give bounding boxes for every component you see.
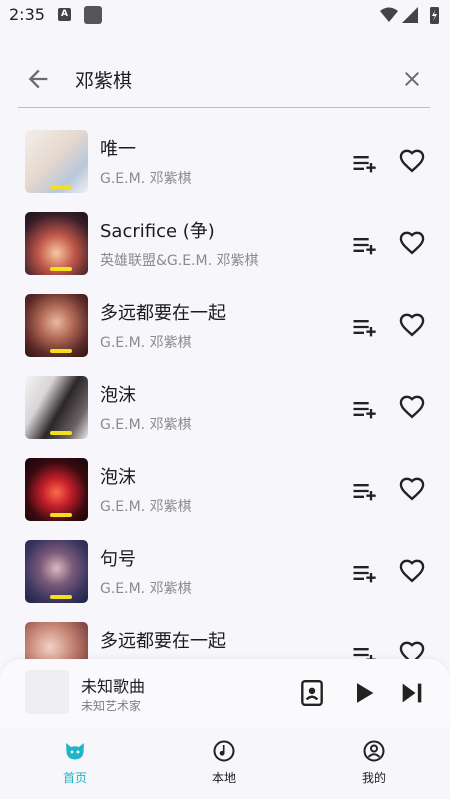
heart-outline-icon[interactable] xyxy=(398,229,426,257)
song-title: 唯一 xyxy=(100,139,136,160)
back-arrow-icon[interactable] xyxy=(24,65,52,93)
song-title: Sacrifice (争) xyxy=(100,221,215,242)
now-playing-cover xyxy=(25,670,69,714)
music-note-icon xyxy=(213,740,235,762)
song-artist: 英雄联盟&G.E.M. 邓紫棋 xyxy=(100,253,259,269)
play-icon[interactable] xyxy=(350,679,378,707)
nav-local[interactable]: 本地 xyxy=(184,739,264,789)
playlist-add-icon[interactable] xyxy=(350,477,378,505)
now-playing-title: 未知歌曲 xyxy=(81,677,146,696)
bottom-nav: 首页 本地 我的 xyxy=(0,727,450,799)
song-artist: G.E.M. 邓紫棋 xyxy=(100,171,192,187)
skip-next-icon[interactable] xyxy=(398,679,426,707)
search-bar: 邓紫棋 xyxy=(18,52,430,108)
playlist-add-icon[interactable] xyxy=(350,231,378,259)
cellular-icon xyxy=(402,7,418,23)
mini-player[interactable]: 未知歌曲 未知艺术家 xyxy=(0,659,450,727)
heart-outline-icon[interactable] xyxy=(398,475,426,503)
song-artist: G.E.M. 邓紫棋 xyxy=(100,335,192,351)
heart-outline-icon[interactable] xyxy=(398,557,426,585)
album-cover xyxy=(25,540,88,603)
song-row[interactable]: 句号 G.E.M. 邓紫棋 xyxy=(0,537,450,619)
queue-icon[interactable] xyxy=(299,679,325,707)
song-row[interactable]: 泡沫 G.E.M. 邓紫棋 xyxy=(0,455,450,537)
now-playing-artist: 未知艺术家 xyxy=(81,699,142,713)
nav-local-label: 本地 xyxy=(211,771,236,785)
song-title: 多远都要在一起 xyxy=(100,303,226,324)
song-artist: G.E.M. 邓紫棋 xyxy=(100,417,192,433)
nav-mine-label: 我的 xyxy=(361,771,386,785)
song-row[interactable]: 多远都要在一起 G.E.M. 邓紫棋 xyxy=(0,291,450,373)
playlist-add-icon[interactable] xyxy=(350,395,378,423)
album-cover xyxy=(25,130,88,193)
app-notification-icon xyxy=(84,6,102,24)
heart-outline-icon[interactable] xyxy=(398,311,426,339)
song-artist: G.E.M. 邓紫棋 xyxy=(100,581,192,597)
system-status-icons xyxy=(380,7,439,24)
song-list: 唯一 G.E.M. 邓紫棋 Sacrifice (争) 英雄联盟&G.E.M. … xyxy=(0,125,450,665)
heart-outline-icon[interactable] xyxy=(398,147,426,175)
album-cover xyxy=(25,376,88,439)
song-row[interactable]: 泡沫 G.E.M. 邓紫棋 xyxy=(0,373,450,455)
status-time: 2:35 xyxy=(9,5,45,24)
song-row[interactable]: 唯一 G.E.M. 邓紫棋 xyxy=(0,127,450,209)
song-artist: G.E.M. 邓紫棋 xyxy=(100,499,192,515)
account-circle-icon xyxy=(363,740,385,762)
playlist-add-icon[interactable] xyxy=(350,313,378,341)
song-row[interactable]: Sacrifice (争) 英雄联盟&G.E.M. 邓紫棋 xyxy=(0,209,450,291)
status-bar: 2:35 A xyxy=(0,0,450,32)
album-cover xyxy=(25,212,88,275)
nav-mine[interactable]: 我的 xyxy=(334,739,414,789)
nav-home[interactable]: 首页 xyxy=(35,739,115,789)
close-icon[interactable] xyxy=(400,67,424,91)
cat-home-icon xyxy=(66,743,84,760)
song-title: 泡沫 xyxy=(100,467,136,488)
song-title: 多远都要在一起 xyxy=(100,631,226,652)
album-cover xyxy=(25,458,88,521)
nav-home-label: 首页 xyxy=(62,771,87,785)
album-cover xyxy=(25,294,88,357)
wifi-icon xyxy=(380,7,398,22)
playlist-add-icon[interactable] xyxy=(350,559,378,587)
heart-outline-icon[interactable] xyxy=(398,393,426,421)
song-title: 泡沫 xyxy=(100,385,136,406)
search-input[interactable]: 邓紫棋 xyxy=(75,66,132,93)
notification-icon: A xyxy=(58,8,71,21)
playlist-add-icon[interactable] xyxy=(350,149,378,177)
song-title: 句号 xyxy=(100,549,136,570)
